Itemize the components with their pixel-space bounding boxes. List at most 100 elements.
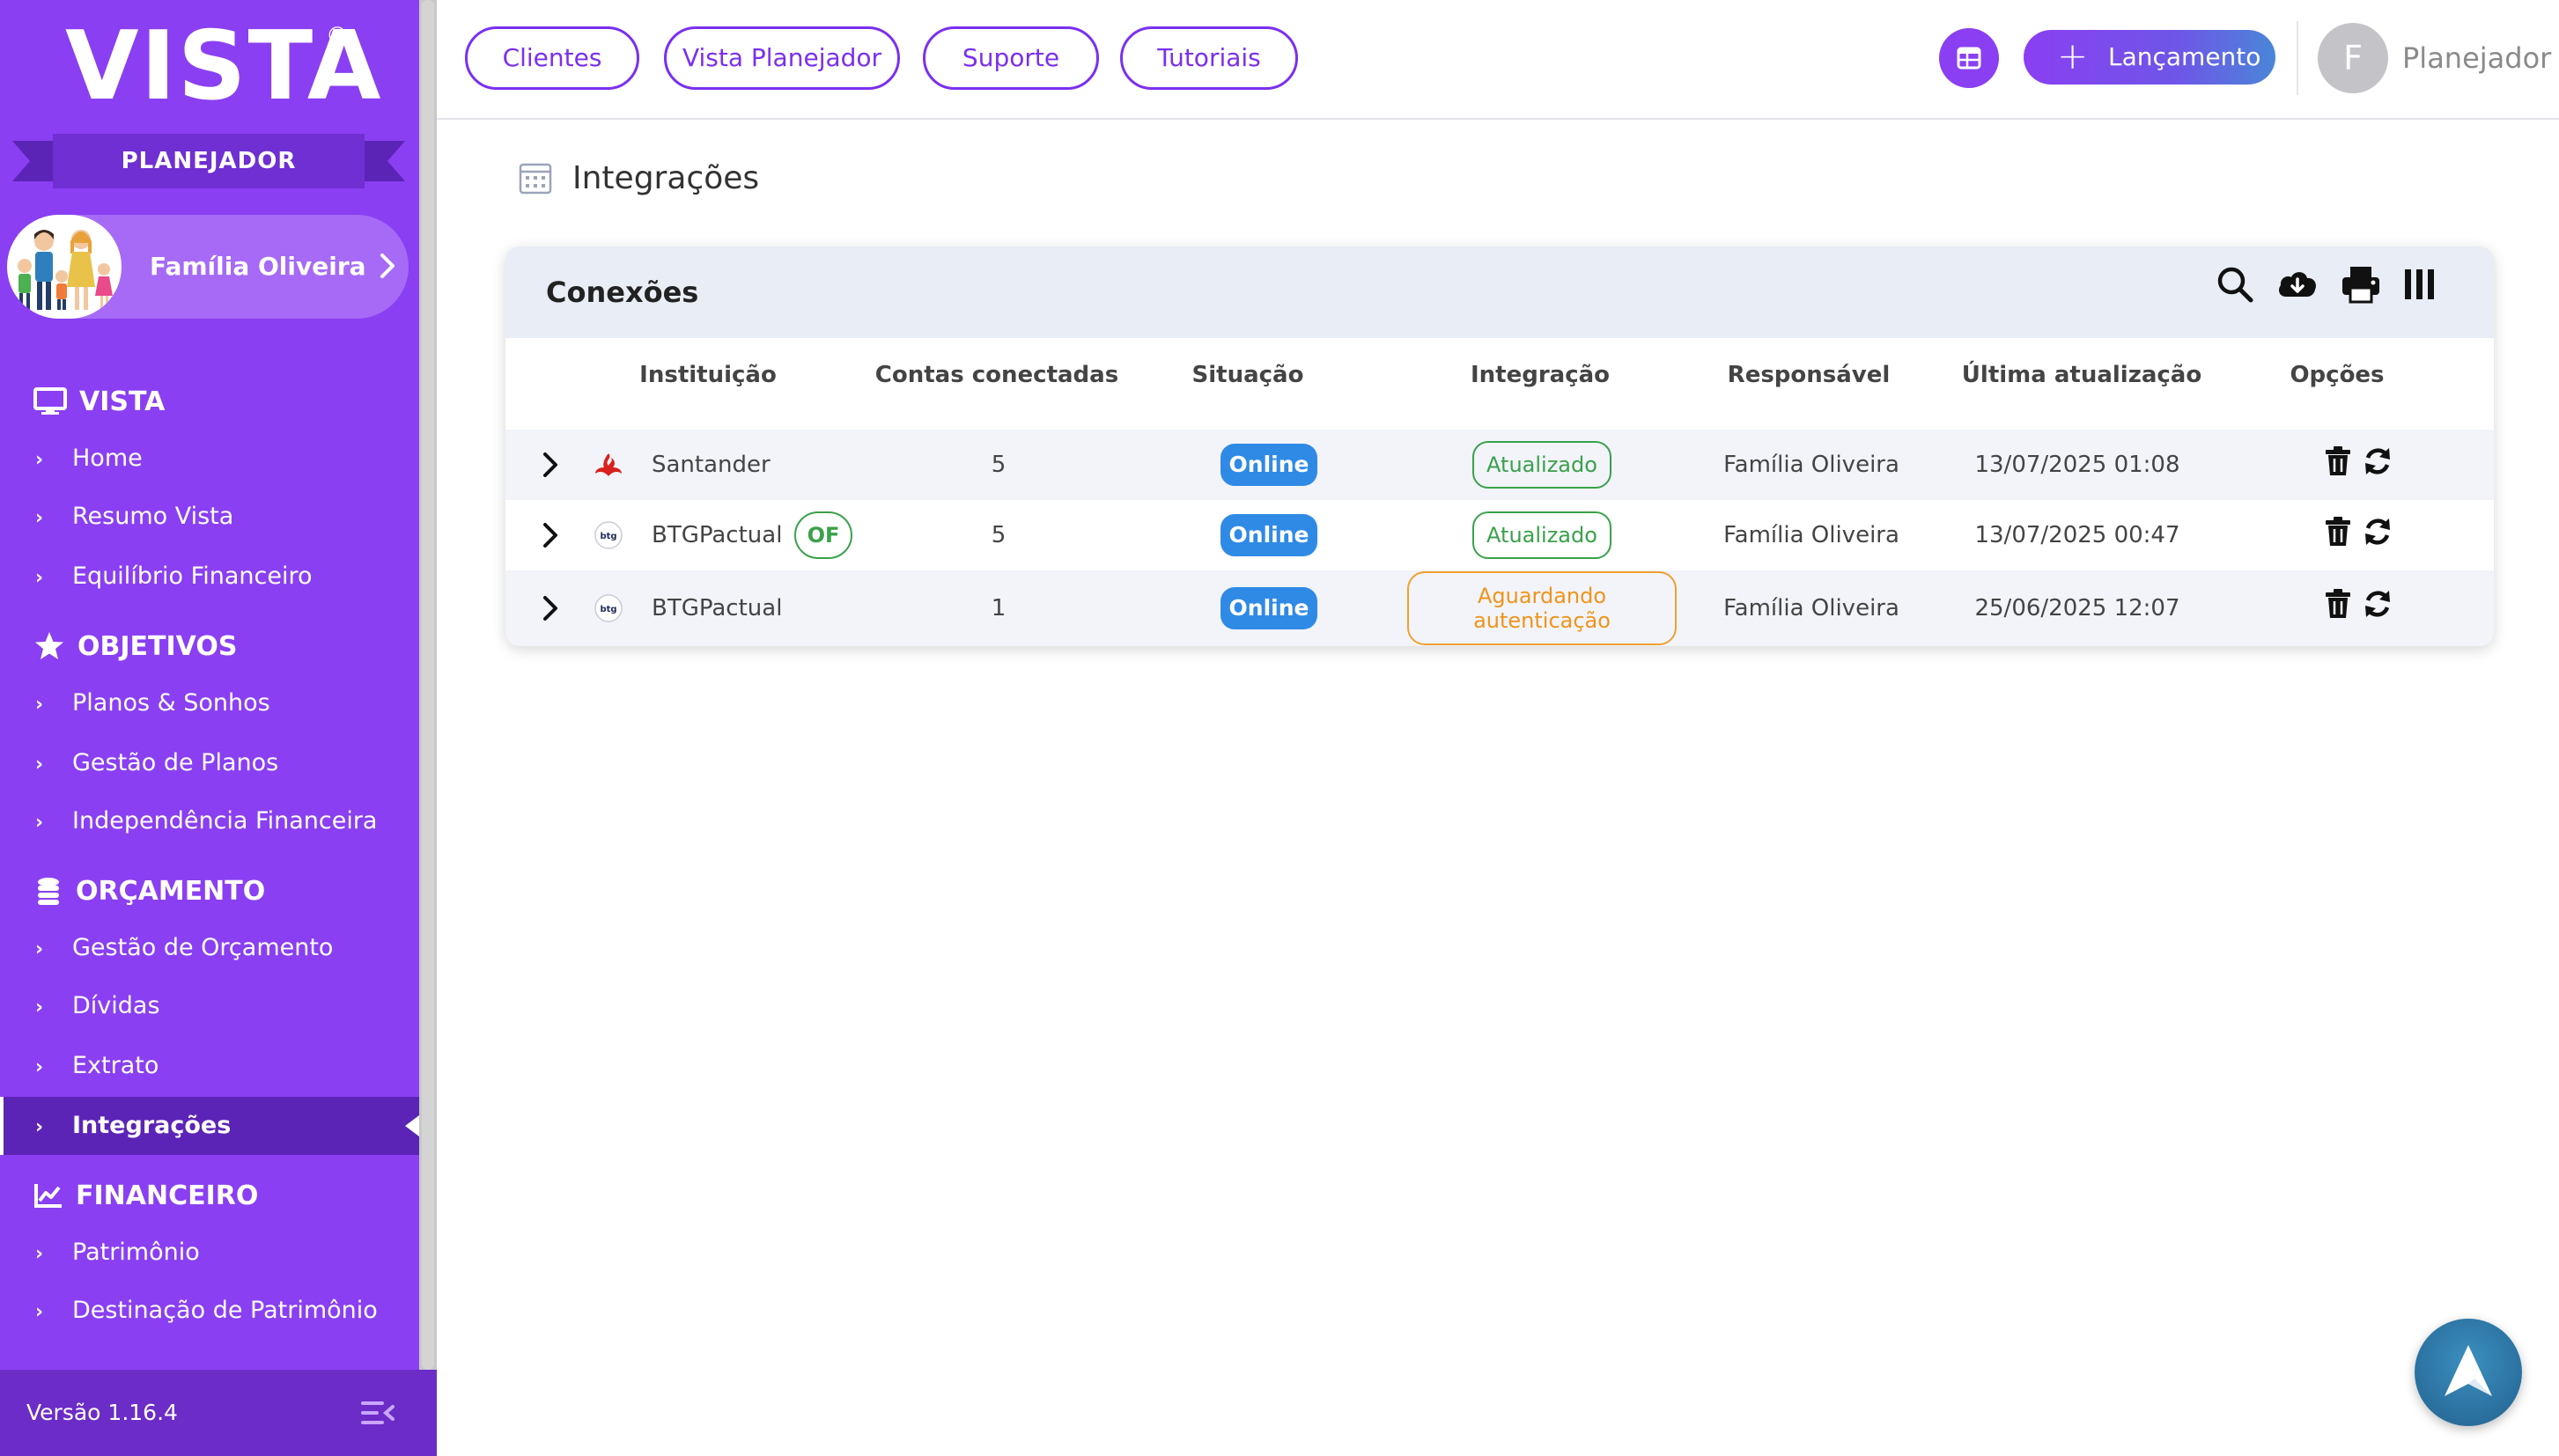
trash-icon[interactable]: [2323, 445, 2353, 477]
accounts-count: 5: [991, 522, 1007, 548]
sidebar-item-destinacao-patrimonio[interactable]: › Destinação de Patrimônio: [0, 1282, 419, 1340]
top-bar: Clientes Vista Planejador Suporte Tutori…: [437, 0, 2559, 120]
column-header-integracao[interactable]: Integração: [1456, 338, 1624, 412]
column-header-opcoes[interactable]: Opções: [2284, 338, 2390, 412]
sidebar-item-gestao-planos[interactable]: › Gestão de Planos: [0, 734, 419, 792]
column-header-ultima-atualizacao[interactable]: Última atualização: [1958, 338, 2205, 412]
section-title: ORÇAMENTO: [76, 875, 266, 907]
chevron-right-icon: ›: [35, 1056, 44, 1078]
refresh-icon[interactable]: [2362, 516, 2393, 548]
table-row[interactable]: Santander 5 Online Atualizado Família Ol…: [505, 430, 2494, 500]
lancamento-button[interactable]: + Lançamento: [2024, 30, 2275, 85]
sidebar-item-equilibrio-financeiro[interactable]: › Equilíbrio Financeiro: [0, 548, 419, 606]
clientes-button[interactable]: Clientes: [465, 26, 639, 90]
section-title: OBJETIVOS: [77, 630, 238, 662]
sidebar-item-planos-sonhos[interactable]: › Planos & Sonhos: [0, 674, 419, 732]
sidebar-item-extrato[interactable]: › Extrato: [0, 1037, 419, 1095]
print-icon[interactable]: [2341, 265, 2381, 304]
expand-row-icon[interactable]: [537, 595, 564, 621]
sidebar-item-label: Integrações: [72, 1112, 232, 1139]
row-options: [2323, 588, 2393, 620]
accounts-count: 5: [991, 452, 1007, 478]
sidebar-item-resumo-vista[interactable]: › Resumo Vista: [0, 488, 419, 546]
section-title: VISTA: [79, 386, 166, 417]
sidebar-item-label: Resumo Vista: [72, 503, 234, 530]
user-avatar[interactable]: F: [2318, 23, 2388, 93]
chevron-right-icon: [380, 254, 395, 278]
accounts-count: 1: [991, 595, 1007, 621]
chevron-right-icon: ›: [35, 1116, 44, 1138]
btg-icon: btg: [594, 594, 623, 622]
family-avatar: [7, 215, 122, 319]
trash-icon[interactable]: [2323, 516, 2353, 548]
calendar-icon: [519, 163, 552, 195]
cloud-download-icon[interactable]: [2275, 267, 2319, 302]
sidebar-item-label: Extrato: [72, 1052, 159, 1079]
refresh-icon[interactable]: [2362, 588, 2393, 620]
btg-icon: btg: [594, 521, 623, 549]
sidebar-item-gestao-orcamento[interactable]: › Gestão de Orçamento: [0, 919, 419, 977]
vista-logo[interactable]: VISTA ®: [65, 19, 380, 114]
chevron-right-icon: ›: [35, 694, 44, 716]
section-objetivos: OBJETIVOS: [33, 629, 237, 664]
tutoriais-button[interactable]: Tutoriais: [1120, 26, 1298, 90]
plus-icon: +: [2057, 34, 2089, 77]
vista-planejador-button[interactable]: Vista Planejador: [664, 26, 900, 90]
trash-icon[interactable]: [2323, 588, 2353, 620]
column-header-contas[interactable]: Contas conectadas: [867, 338, 1127, 412]
column-header-instituicao[interactable]: Instituição: [634, 338, 782, 412]
refresh-icon[interactable]: [2362, 445, 2393, 477]
sidebar-scrollbar[interactable]: [419, 0, 437, 1370]
institution-name: BTGPactual: [652, 595, 783, 621]
profile-name: Família Oliveira: [150, 252, 366, 281]
sidebar-item-label: Planos & Sonhos: [72, 689, 270, 717]
responsible-name: Família Oliveira: [1723, 522, 1899, 548]
status-badge: Online: [1221, 444, 1317, 486]
app-version: Versão 1.16.4: [26, 1400, 178, 1425]
column-header-situacao[interactable]: Situação: [1184, 338, 1312, 412]
connections-card: Conexões Instituição Contas conectadas S…: [505, 246, 2494, 646]
topbar-divider: [2297, 21, 2298, 95]
user-name[interactable]: Planejador: [2402, 0, 2551, 116]
chevron-right-icon: ›: [35, 507, 44, 529]
santander-icon: [595, 453, 622, 476]
sidebar-item-independencia-financeira[interactable]: › Independência Financeira: [0, 792, 419, 850]
table-row[interactable]: btg BTGPactual OF 5 Online Atualizado Fa…: [505, 500, 2494, 570]
row-options: [2323, 516, 2393, 548]
collapse-menu-icon[interactable]: [359, 1398, 395, 1428]
sidebar-item-dividas[interactable]: › Dívidas: [0, 977, 419, 1035]
sidebar-footer: Versão 1.16.4: [0, 1370, 437, 1456]
sidebar: VISTA ® PLANEJADOR Família Oliveira VIST…: [0, 0, 437, 1456]
vista-assistant-button[interactable]: [2415, 1319, 2522, 1426]
integration-badge: Aguardando autenticação: [1407, 571, 1677, 645]
integration-badge: Atualizado: [1472, 511, 1611, 559]
columns-icon[interactable]: [2402, 267, 2437, 302]
sidebar-item-patrimonio[interactable]: › Patrimônio: [0, 1224, 419, 1282]
section-orcamento: ORÇAMENTO: [33, 873, 265, 908]
search-icon[interactable]: [2216, 265, 2254, 304]
expand-row-icon[interactable]: [537, 522, 564, 548]
svg-text:btg: btg: [600, 532, 616, 541]
star-icon: [35, 632, 63, 659]
sidebar-scrollbar-thumb[interactable]: [422, 0, 434, 1370]
lancamento-label: Lançamento: [2108, 42, 2261, 71]
chevron-right-icon: ›: [35, 1301, 44, 1323]
expand-row-icon[interactable]: [537, 452, 564, 478]
table-icon: [1957, 47, 1981, 70]
chart-line-icon: [34, 1184, 62, 1208]
planejador-ribbon: PLANEJADOR: [12, 134, 405, 188]
sidebar-item-label: Patrimônio: [72, 1239, 200, 1266]
table-row[interactable]: btg BTGPactual 1 Online Aguardando auten…: [505, 570, 2494, 646]
page-header: Integrações: [518, 155, 759, 201]
card-toolbar: [2216, 262, 2437, 306]
sidebar-item-home[interactable]: › Home: [0, 430, 419, 488]
sidebar-item-label: Gestão de Orçamento: [72, 934, 334, 961]
column-header-responsavel[interactable]: Responsável: [1721, 338, 1897, 412]
monitor-icon: [33, 387, 67, 415]
chevron-right-icon: ›: [35, 567, 44, 589]
table-view-button[interactable]: [1939, 28, 1999, 88]
sidebar-item-integracoes[interactable]: › Integrações: [0, 1097, 419, 1155]
suporte-button[interactable]: Suporte: [923, 26, 1099, 90]
chevron-right-icon: ›: [35, 449, 44, 471]
client-profile[interactable]: Família Oliveira: [7, 215, 409, 319]
